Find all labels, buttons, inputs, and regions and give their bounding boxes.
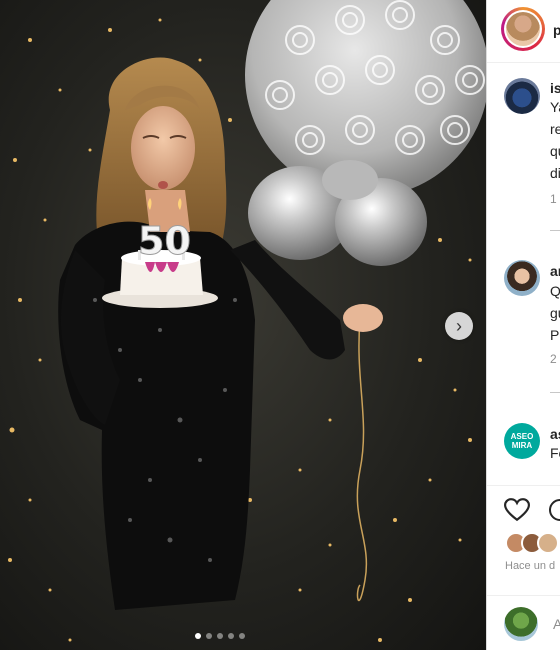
current-user-avatar xyxy=(504,607,538,641)
comment-username[interactable]: ar xyxy=(550,263,560,279)
chevron-right-icon: › xyxy=(456,315,462,336)
liked-by-avatars[interactable] xyxy=(505,532,559,554)
comment-input[interactable]: A xyxy=(553,616,560,632)
comment-username[interactable]: as xyxy=(550,426,560,442)
liker-avatar xyxy=(537,532,559,554)
like-button[interactable] xyxy=(503,498,531,527)
lips xyxy=(158,181,168,189)
hand-right xyxy=(343,304,383,332)
carousel-indicator xyxy=(195,633,245,639)
comment-text-line: di xyxy=(550,165,560,181)
photo-illustration: 50 xyxy=(8,0,486,642)
comment-text-line: Pa xyxy=(550,327,560,343)
comment-username[interactable]: is xyxy=(550,80,560,96)
comment-text-line: Fe xyxy=(550,445,560,461)
post-photo: 50 › xyxy=(0,0,486,650)
carousel-dot xyxy=(195,633,201,639)
post-timestamp: Hace un d xyxy=(505,560,556,572)
commenter-avatar[interactable] xyxy=(504,78,540,114)
add-comment-bar: A xyxy=(487,595,560,650)
carousel-dot xyxy=(217,633,223,639)
comment-text-line: Q xyxy=(550,283,560,299)
comment-text-line: Ya xyxy=(550,99,560,115)
balloon-string xyxy=(356,319,368,601)
comment-meta: 1 h xyxy=(550,192,560,206)
comment-meta: 2 xyxy=(550,352,557,366)
comment-button[interactable] xyxy=(547,498,560,527)
comment-text-line: gu xyxy=(550,305,560,321)
comments-panel: p is Ya re qu di 1 h ar Q gu Pa 2 ASEO M… xyxy=(486,0,560,650)
post-header: p xyxy=(487,0,560,63)
comment-icon xyxy=(549,499,560,521)
carousel-dot xyxy=(239,633,245,639)
cake-candle-number: 50 xyxy=(138,219,191,263)
divider xyxy=(550,392,560,393)
avatar-brand-text: ASEO MIRA xyxy=(510,432,534,450)
next-slide-button[interactable]: › xyxy=(445,312,473,340)
comment-text-line: re xyxy=(550,121,560,137)
author-username[interactable]: p xyxy=(553,22,560,38)
commenter-avatar[interactable] xyxy=(504,260,540,296)
carousel-dot xyxy=(228,633,234,639)
comment-text-line: qu xyxy=(550,143,560,159)
commenter-avatar[interactable]: ASEO MIRA xyxy=(504,423,540,459)
author-avatar[interactable] xyxy=(501,7,545,51)
face xyxy=(131,106,195,190)
divider xyxy=(550,230,560,231)
heart-icon xyxy=(503,498,531,522)
carousel-dot xyxy=(206,633,212,639)
